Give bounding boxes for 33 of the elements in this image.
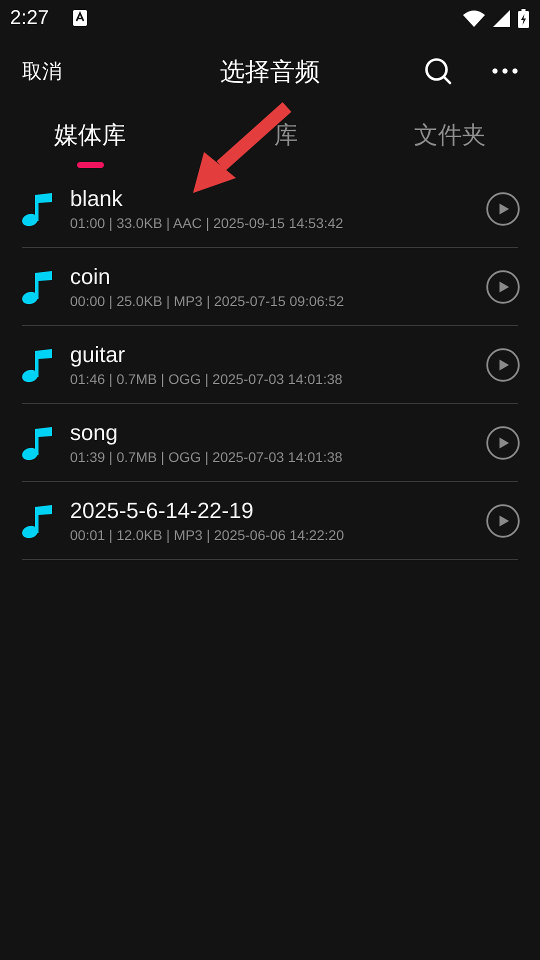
file-name[interactable]: 2025-5-6-14-22-19 [70,498,254,524]
status-time: 2:27 [10,6,49,30]
play-button-icon[interactable] [486,426,520,460]
more-icon[interactable] [492,68,518,74]
signal-icon [493,10,510,26]
music-note-icon [22,346,52,382]
file-details: 00:00 | 25.0KB | MP3 | 2025-07-15 09:06:52 [70,293,344,309]
keyboard-notification-icon [72,10,87,26]
tab[interactable]: 媒体库 [54,119,126,151]
file-details: 00:01 | 12.0KB | MP3 | 2025-06-06 14:22:20 [70,527,344,543]
file-details: 01:00 | 33.0KB | AAC | 2025-09-15 14:53:42 [70,215,344,231]
play-button-icon[interactable] [486,504,520,538]
music-note-icon [22,502,52,538]
file-details: 01:46 | 0.7MB | OGG | 2025-07-03 14:01:38 [70,371,342,387]
file-name[interactable]: guitar [70,342,126,368]
file-name[interactable]: coin [70,264,110,290]
tab[interactable]: 库 [274,119,298,151]
file-name[interactable]: song [70,420,118,446]
file-details: 01:39 | 0.7MB | OGG | 2025-07-03 14:01:38 [70,449,342,465]
search-icon[interactable] [424,57,452,85]
page-title: 选择音频 [220,56,320,88]
play-button-icon[interactable] [486,270,520,304]
tab[interactable]: 文件夹 [414,119,486,151]
battery-icon [518,8,529,28]
cancel-button[interactable]: 取消 [22,58,62,84]
play-button-icon[interactable] [486,348,520,382]
play-button-icon[interactable] [486,192,520,226]
wifi-icon [463,10,485,26]
music-note-icon [22,268,52,304]
music-note-icon [22,190,52,226]
tab-indicator [76,162,104,168]
music-note-icon [22,424,52,460]
file-name[interactable]: blank [70,186,123,212]
